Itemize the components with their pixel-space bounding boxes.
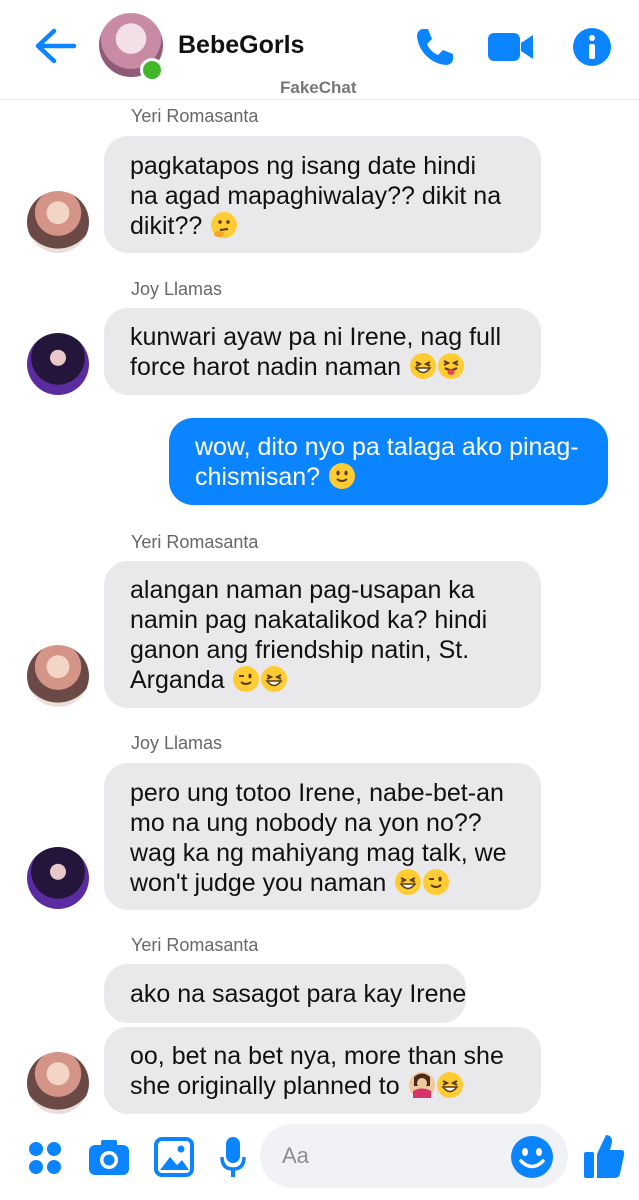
message-line: chismisan? <box>195 463 321 491</box>
winking-face-icon <box>233 666 260 692</box>
gallery-icon[interactable] <box>154 1137 194 1177</box>
message-composer: Aa <box>0 1118 639 1200</box>
message-line: oo, bet na bet nya, more than she <box>130 1042 504 1070</box>
back-arrow-icon[interactable] <box>34 28 76 64</box>
avatar-yeri[interactable] <box>27 1052 89 1114</box>
outgoing-message-bubble[interactable]: wow, dito nyo pa talaga ako pinag- chism… <box>169 418 608 505</box>
avatar-joy[interactable] <box>27 847 89 909</box>
message-line: alangan naman pag-usapan ka <box>130 576 475 604</box>
message-bubble[interactable]: oo, bet na bet nya, more than she she or… <box>104 1027 541 1114</box>
avatar-joy[interactable] <box>27 333 89 395</box>
message-bubble[interactable]: pero ung totoo Irene, nabe-bet-an mo na … <box>104 763 541 910</box>
emoji-icon[interactable] <box>510 1135 554 1179</box>
sender-name: Yeri Romasanta <box>131 106 259 126</box>
sender-name: Yeri Romasanta <box>131 532 259 552</box>
message-line: wag ka ng mahiyang mag talk, we <box>130 839 507 867</box>
message-line: won't judge you naman <box>130 869 387 897</box>
person-shrugging-icon <box>408 1072 435 1098</box>
chat-title[interactable]: BebeGorls <box>178 31 304 60</box>
message-line: mo na ung nobody na yon no?? <box>130 809 482 837</box>
message-bubble[interactable]: kunwari ayaw pa ni Irene, nag full force… <box>104 308 541 395</box>
slightly-smiling-face-icon <box>329 463 356 489</box>
message-line: Arganda <box>130 666 225 694</box>
message-line: she originally planned to <box>130 1072 400 1100</box>
camera-icon[interactable] <box>88 1138 130 1176</box>
thinking-face-icon <box>211 212 238 238</box>
message-line: ako na sasagot para kay Irene <box>130 980 467 1008</box>
apps-icon[interactable] <box>27 1140 63 1176</box>
grinning-squinting-face-icon <box>409 353 436 379</box>
chat-header: BebeGorls FakeChat <box>0 0 639 100</box>
thumbs-up-icon[interactable] <box>582 1132 626 1180</box>
sender-name: Joy Llamas <box>131 733 223 753</box>
grinning-squinting-face-icon <box>261 666 288 692</box>
message-line: wow, dito nyo pa talaga ako pinag- <box>195 433 579 461</box>
info-icon[interactable] <box>572 27 612 67</box>
message-line: pero ung totoo Irene, nabe-bet-an <box>130 779 504 807</box>
video-call-icon[interactable] <box>487 31 535 63</box>
phone-call-icon[interactable] <box>414 26 456 68</box>
message-line: na agad mapaghiwalay?? dikit na <box>130 182 502 210</box>
grinning-squinting-face-icon <box>395 869 422 895</box>
message-bubble[interactable]: pagkatapos ng isang date hindi na agad m… <box>104 136 541 253</box>
avatar-yeri[interactable] <box>27 645 89 707</box>
sender-name: Yeri Romasanta <box>131 935 259 955</box>
message-bubble[interactable]: ako na sasagot para kay Irene <box>104 964 466 1023</box>
avatar-yeri[interactable] <box>27 191 89 253</box>
message-bubble[interactable]: alangan naman pag-usapan ka namin pag na… <box>104 561 541 708</box>
microphone-icon[interactable] <box>219 1135 247 1179</box>
squinting-tongue-face-icon <box>437 353 464 379</box>
online-status-dot <box>140 58 164 82</box>
message-line: dikit?? <box>130 212 203 240</box>
message-line: pagkatapos ng isang date hindi <box>130 152 477 180</box>
message-line: force harot nadin naman <box>130 353 402 381</box>
message-input-placeholder: Aa <box>282 1143 309 1168</box>
message-line: kunwari ayaw pa ni Irene, nag full <box>130 323 502 351</box>
message-line: namin pag nakatalikod ka? hindi <box>130 606 488 634</box>
watermark: FakeChat <box>280 78 357 97</box>
message-line: ganon ang friendship natin, St. <box>130 636 470 664</box>
sender-name: Joy Llamas <box>131 279 223 299</box>
grinning-squinting-face-icon <box>436 1072 463 1098</box>
winking-face-icon <box>423 869 450 895</box>
